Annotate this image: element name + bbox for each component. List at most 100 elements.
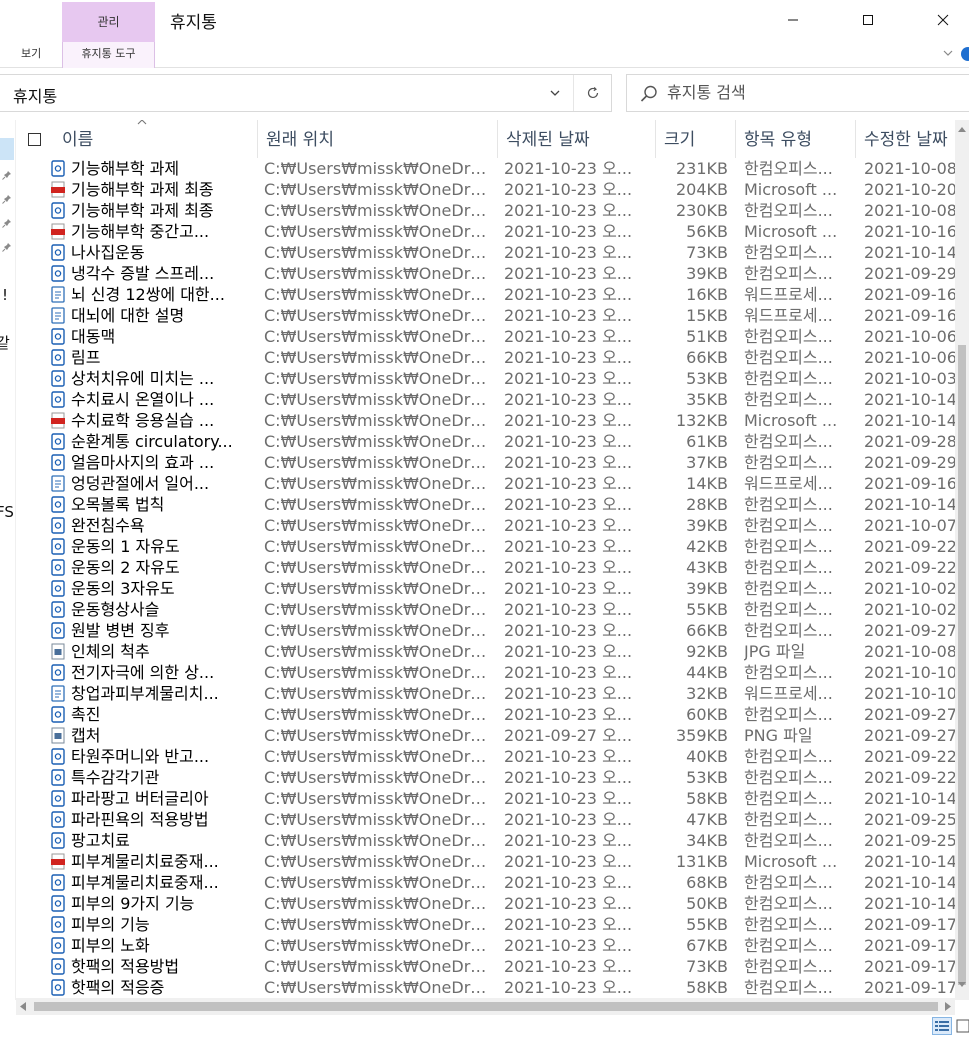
- search-box[interactable]: [626, 74, 969, 112]
- address-bar[interactable]: 휴지통: [0, 74, 612, 112]
- file-original-location: C:₩Users₩missk₩OneDri...: [264, 600, 487, 619]
- file-row[interactable]: 전기자극에 의한 상... C:₩Users₩missk₩OneDri... 202…: [16, 662, 969, 683]
- column-size[interactable]: 크기: [656, 120, 736, 158]
- file-date-deleted: 2021-10-23 오...: [504, 894, 633, 913]
- file-type: 한컴오피스...: [744, 432, 833, 451]
- file-row[interactable]: 운동의 1 자유도 C:₩Users₩missk₩OneDri... 2021-10…: [16, 536, 969, 557]
- file-row[interactable]: 얼음마사지의 효과 ... C:₩Users₩missk₩OneDri... 202…: [16, 452, 969, 473]
- file-type: 한컴오피스...: [744, 831, 833, 850]
- file-row[interactable]: 핫팩의 적용방법 C:₩Users₩missk₩OneDri... 2021-10-…: [16, 956, 969, 977]
- nav-item-fragment[interactable]: 같: [0, 332, 10, 353]
- file-name: 대뇌에 대한 설명: [71, 306, 185, 325]
- scroll-left-icon[interactable]: [20, 1002, 26, 1011]
- file-original-location: C:₩Users₩missk₩OneDri...: [264, 789, 487, 808]
- column-original-location[interactable]: 원래 위치: [258, 120, 498, 158]
- file-row[interactable]: 피부계물리치료중재... C:₩Users₩missk₩OneDri... 2021…: [16, 851, 969, 872]
- maximize-button[interactable]: [845, 0, 891, 40]
- file-date-modified: 2021-09-22: [864, 537, 957, 556]
- file-original-location: C:₩Users₩missk₩OneDri...: [264, 747, 487, 766]
- file-size: 53KB: [686, 369, 728, 388]
- chevron-down-icon[interactable]: [942, 47, 954, 59]
- file-row[interactable]: 운동의 3자유도 C:₩Users₩missk₩OneDri... 2021-10-…: [16, 578, 969, 599]
- help-icon[interactable]: [961, 47, 969, 61]
- close-button[interactable]: [920, 0, 966, 40]
- file-name: 캡처: [71, 726, 101, 745]
- refresh-button[interactable]: [573, 75, 611, 111]
- large-icons-view-icon[interactable]: [955, 1018, 969, 1034]
- file-row[interactable]: 냉각수 증발 스프레... C:₩Users₩missk₩OneDri... 202…: [16, 263, 969, 284]
- file-row[interactable]: 팡고치료 C:₩Users₩missk₩OneDri... 2021-10-23 오…: [16, 830, 969, 851]
- file-row[interactable]: 타원주머니와 반고... C:₩Users₩missk₩OneDri... 2021…: [16, 746, 969, 767]
- file-type: Microsoft ...: [744, 222, 838, 241]
- address-history-button[interactable]: [540, 75, 570, 111]
- column-item-type[interactable]: 항목 유형: [736, 120, 856, 158]
- file-row[interactable]: 오목볼록 법칙 C:₩Users₩missk₩OneDri... 2021-10-2…: [16, 494, 969, 515]
- title-bar: 관리 휴지통: [0, 0, 969, 42]
- file-row[interactable]: 피부의 기능 C:₩Users₩missk₩OneDri... 2021-10-23…: [16, 914, 969, 935]
- file-row[interactable]: 대동맥 C:₩Users₩missk₩OneDri... 2021-10-23 오.…: [16, 326, 969, 347]
- column-name[interactable]: 이름: [54, 120, 258, 158]
- file-row[interactable]: 기능해부학 중간고... C:₩Users₩missk₩OneDri... 2021…: [16, 221, 969, 242]
- horizontal-scrollbar[interactable]: [16, 998, 955, 1015]
- file-row[interactable]: 핫팩의 적응증 C:₩Users₩missk₩OneDri... 2021-10-2…: [16, 977, 969, 998]
- details-view-button[interactable]: [932, 1017, 952, 1035]
- file-row[interactable]: 뇌 신경 12쌍에 대한... C:₩Users₩missk₩OneDri... 2…: [16, 284, 969, 305]
- vertical-scrollbar[interactable]: [955, 120, 969, 1000]
- scroll-up-icon[interactable]: [958, 126, 966, 132]
- file-row[interactable]: 수치료학 응용실습 ... C:₩Users₩missk₩OneDri... 202…: [16, 410, 969, 431]
- minimize-button[interactable]: [770, 0, 816, 40]
- horizontal-scroll-thumb[interactable]: [34, 1002, 938, 1011]
- file-row[interactable]: 상처치유에 미치는 ... C:₩Users₩missk₩OneDri... 202…: [16, 368, 969, 389]
- vertical-scroll-thumb[interactable]: [958, 345, 966, 985]
- file-row[interactable]: 림프 C:₩Users₩missk₩OneDri... 2021-10-23 오..…: [16, 347, 969, 368]
- file-row[interactable]: 수치료시 온열이나 ... C:₩Users₩missk₩OneDri... 202…: [16, 389, 969, 410]
- file-date-deleted: 2021-10-23 오...: [504, 201, 633, 220]
- search-input[interactable]: [667, 83, 947, 102]
- pdf-icon: [51, 181, 65, 198]
- file-type: 한컴오피스...: [744, 768, 833, 787]
- file-original-location: C:₩Users₩missk₩OneDri...: [264, 621, 487, 640]
- file-size: 16KB: [686, 285, 728, 304]
- manage-context-tab[interactable]: 관리: [62, 2, 155, 42]
- file-row[interactable]: 완전침수욕 C:₩Users₩missk₩OneDri... 2021-10-23 …: [16, 515, 969, 536]
- file-row[interactable]: 기능해부학 과제 최종 C:₩Users₩missk₩OneDri... 2021-…: [16, 200, 969, 221]
- scroll-right-icon[interactable]: [945, 1002, 951, 1011]
- file-row[interactable]: 인체의 척추 C:₩Users₩missk₩OneDri... 2021-10-23…: [16, 641, 969, 662]
- file-row[interactable]: 순환계통 circulatory... C:₩Users₩missk₩OneDri…: [16, 431, 969, 452]
- file-row[interactable]: 피부의 노화 C:₩Users₩missk₩OneDri... 2021-10-23…: [16, 935, 969, 956]
- navigation-pane[interactable]: !! 같 FS: [0, 120, 16, 1000]
- column-date-modified[interactable]: 수정한 날짜: [856, 120, 969, 158]
- file-row[interactable]: 캡처 C:₩Users₩missk₩OneDri... 2021-09-27 오..…: [16, 725, 969, 746]
- tab-view[interactable]: 보기: [21, 42, 41, 68]
- file-row[interactable]: 운동형상사슬 C:₩Users₩missk₩OneDri... 2021-10-23…: [16, 599, 969, 620]
- file-row[interactable]: 특수감각기관 C:₩Users₩missk₩OneDri... 2021-10-23…: [16, 767, 969, 788]
- file-row[interactable]: 엉덩관절에서 일어... C:₩Users₩missk₩OneDri... 2021…: [16, 473, 969, 494]
- file-row[interactable]: 촉진 C:₩Users₩missk₩OneDri... 2021-10-23 오..…: [16, 704, 969, 725]
- file-type: 한컴오피스...: [744, 894, 833, 913]
- file-date-modified: 2021-09-17: [864, 936, 957, 955]
- file-row[interactable]: 기능해부학 과제 최종 C:₩Users₩missk₩OneDri... 2021-…: [16, 179, 969, 200]
- file-row[interactable]: 피부계물리치료중재... C:₩Users₩missk₩OneDri... 2021…: [16, 872, 969, 893]
- file-original-location: C:₩Users₩missk₩OneDri...: [264, 726, 487, 745]
- file-row[interactable]: 대뇌에 대한 설명 C:₩Users₩missk₩OneDri... 2021-10…: [16, 305, 969, 326]
- file-row[interactable]: 원발 병변 징후 C:₩Users₩missk₩OneDri... 2021-10-…: [16, 620, 969, 641]
- file-type: PNG 파일: [744, 726, 813, 745]
- file-row[interactable]: 나사집운동 C:₩Users₩missk₩OneDri... 2021-10-23 …: [16, 242, 969, 263]
- tab-recycle-bin-tools[interactable]: 휴지통 도구: [62, 42, 155, 68]
- scroll-down-icon[interactable]: [958, 982, 966, 988]
- file-row[interactable]: 운동의 2 자유도 C:₩Users₩missk₩OneDri... 2021-10…: [16, 557, 969, 578]
- pin-icon: [2, 195, 11, 204]
- nav-item-fragment[interactable]: FS: [0, 503, 14, 521]
- file-row[interactable]: 파라핀욕의 적용방법 C:₩Users₩missk₩OneDri... 2021-1…: [16, 809, 969, 830]
- column-date-deleted[interactable]: 삭제된 날짜: [498, 120, 656, 158]
- file-type: 한컴오피스...: [744, 516, 833, 535]
- file-row[interactable]: 피부의 9가지 기능 C:₩Users₩missk₩OneDri... 2021-1…: [16, 893, 969, 914]
- nav-item-fragment[interactable]: !!: [0, 286, 8, 304]
- nav-selected-item[interactable]: [0, 138, 14, 160]
- file-row[interactable]: 기능해부학 과제 C:₩Users₩missk₩OneDri... 2021-10-…: [16, 158, 969, 179]
- file-name: 기능해부학 과제 최종: [71, 201, 214, 220]
- file-row[interactable]: 창업과피부계물리치... C:₩Users₩missk₩OneDri... 2021…: [16, 683, 969, 704]
- file-name: 파라핀욕의 적용방법: [71, 810, 209, 829]
- file-row[interactable]: 파라팡고 버터글리아 C:₩Users₩missk₩OneDri... 2021-1…: [16, 788, 969, 809]
- select-all-checkbox[interactable]: [28, 133, 41, 146]
